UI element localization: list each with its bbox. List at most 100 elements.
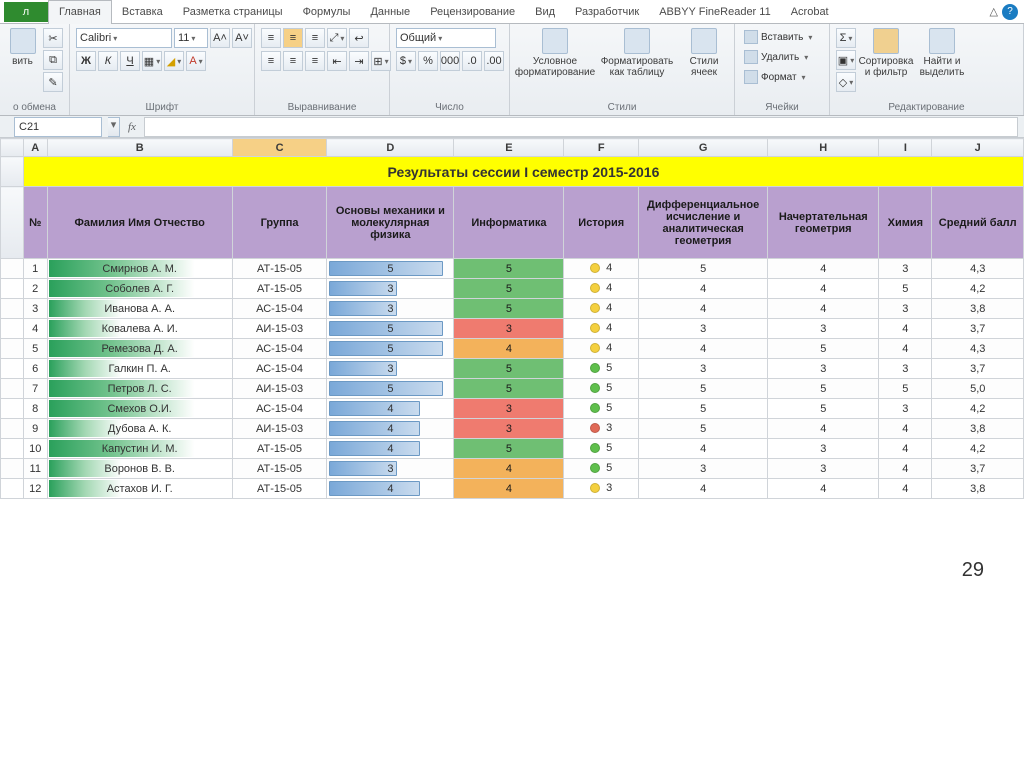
table-row[interactable]: 7Петров Л. С.АИ-15-035555555,0 [1, 379, 1024, 399]
font-select[interactable]: Calibri [76, 28, 172, 48]
delete-cells-button[interactable]: Удалить [741, 48, 811, 66]
column-header[interactable]: C [232, 139, 327, 157]
cell-name[interactable]: Соболев А. Г. [47, 279, 232, 299]
cell-chem[interactable]: 5 [879, 279, 932, 299]
column-header[interactable]: E [454, 139, 564, 157]
cell-physics[interactable]: 4 [327, 399, 454, 419]
cell-name[interactable]: Ковалева А. И. [47, 319, 232, 339]
cell-calc[interactable]: 5 [638, 259, 767, 279]
cell-group[interactable]: АИ-15-03 [232, 419, 327, 439]
cell-avg[interactable]: 3,7 [932, 459, 1024, 479]
cell-group[interactable]: АС-15-04 [232, 359, 327, 379]
tab-insert[interactable]: Вставка [112, 0, 173, 24]
cell-number[interactable]: 1 [23, 259, 47, 279]
align-right-button[interactable]: ≡ [305, 51, 325, 71]
cell-number[interactable]: 2 [23, 279, 47, 299]
cell-group[interactable]: АТ-15-05 [232, 279, 327, 299]
table-header[interactable]: Информатика [454, 187, 564, 259]
cell-calc[interactable]: 3 [638, 459, 767, 479]
cell-avg[interactable]: 4,2 [932, 399, 1024, 419]
row-header[interactable] [1, 319, 24, 339]
cell-name[interactable]: Галкин П. А. [47, 359, 232, 379]
cell-avg[interactable]: 3,8 [932, 479, 1024, 499]
cell-calc[interactable]: 4 [638, 439, 767, 459]
row-header[interactable] [1, 187, 24, 259]
cut-button[interactable]: ✂ [43, 28, 63, 48]
number-format-select[interactable]: Общий [396, 28, 496, 48]
table-header[interactable]: Начертательная геометрия [768, 187, 879, 259]
cell-chem[interactable]: 4 [879, 439, 932, 459]
autosum-button[interactable]: Σ [836, 28, 856, 48]
row-header[interactable] [1, 459, 24, 479]
cell-informatics[interactable]: 5 [454, 279, 564, 299]
cell-geom[interactable]: 5 [768, 339, 879, 359]
tab-file[interactable]: л [4, 2, 48, 22]
table-row[interactable]: 8Смехов О.И.АС-15-044355534,2 [1, 399, 1024, 419]
cell-informatics[interactable]: 5 [454, 259, 564, 279]
cell-avg[interactable]: 3,7 [932, 359, 1024, 379]
cell-number[interactable]: 4 [23, 319, 47, 339]
table-header[interactable]: № [23, 187, 47, 259]
align-bottom-button[interactable]: ≡ [305, 28, 325, 48]
percent-button[interactable]: % [418, 51, 438, 71]
tab-acrobat[interactable]: Acrobat [781, 0, 839, 24]
cell-history[interactable]: 4 [564, 259, 639, 279]
cell-group[interactable]: АИ-15-03 [232, 379, 327, 399]
cell-informatics[interactable]: 4 [454, 479, 564, 499]
cell-name[interactable]: Смирнов А. М. [47, 259, 232, 279]
table-row[interactable]: 10Капустин И. М.АТ-15-054554344,2 [1, 439, 1024, 459]
inc-decimal-button[interactable]: .0 [462, 51, 482, 71]
cell-informatics[interactable]: 4 [454, 459, 564, 479]
spreadsheet-grid[interactable]: A B C D E F G H I J Результаты сессии I … [0, 138, 1024, 499]
cell-informatics[interactable]: 5 [454, 439, 564, 459]
row-header[interactable] [1, 299, 24, 319]
cell-physics[interactable]: 5 [327, 259, 454, 279]
row-header[interactable] [1, 279, 24, 299]
cell-number[interactable]: 12 [23, 479, 47, 499]
table-row[interactable]: 5Ремезова Д. А.АС-15-045444544,3 [1, 339, 1024, 359]
fx-icon[interactable]: fx [128, 121, 136, 133]
font-size-select[interactable]: 11 [174, 28, 208, 48]
cell-chem[interactable]: 4 [879, 339, 932, 359]
cell-group[interactable]: АС-15-04 [232, 399, 327, 419]
cell-group[interactable]: АС-15-04 [232, 299, 327, 319]
cell-history[interactable]: 4 [564, 279, 639, 299]
tab-data[interactable]: Данные [360, 0, 420, 24]
column-header[interactable]: F [564, 139, 639, 157]
find-select-button[interactable]: Найти и выделить [916, 28, 968, 78]
cell-number[interactable]: 11 [23, 459, 47, 479]
cell-geom[interactable]: 5 [768, 399, 879, 419]
cell-calc[interactable]: 3 [638, 319, 767, 339]
help-icon[interactable]: ? [1002, 4, 1018, 20]
cell-informatics[interactable]: 5 [454, 379, 564, 399]
cell-geom[interactable]: 4 [768, 299, 879, 319]
table-row[interactable]: 9Дубова А. К.АИ-15-034335443,8 [1, 419, 1024, 439]
cell-history[interactable]: 4 [564, 339, 639, 359]
row-header[interactable] [1, 157, 24, 187]
cell-physics[interactable]: 5 [327, 339, 454, 359]
indent-inc-button[interactable]: ⇥ [349, 51, 369, 71]
table-row[interactable]: 3Иванова А. А.АС-15-043544433,8 [1, 299, 1024, 319]
column-header[interactable]: J [932, 139, 1024, 157]
cell-informatics[interactable]: 3 [454, 319, 564, 339]
cell-history[interactable]: 5 [564, 459, 639, 479]
cell-name[interactable]: Смехов О.И. [47, 399, 232, 419]
cell-geom[interactable]: 3 [768, 319, 879, 339]
cell-avg[interactable]: 4,3 [932, 339, 1024, 359]
cell-chem[interactable]: 3 [879, 359, 932, 379]
format-painter-button[interactable]: ✎ [43, 72, 63, 92]
cell-styles-button[interactable]: Стили ячеек [680, 28, 728, 78]
cell-group[interactable]: АТ-15-05 [232, 259, 327, 279]
orientation-button[interactable]: ⤢ [327, 28, 347, 48]
formula-input[interactable] [144, 117, 1018, 137]
cell-history[interactable]: 3 [564, 479, 639, 499]
cell-geom[interactable]: 4 [768, 419, 879, 439]
accounting-button[interactable]: $ [396, 51, 416, 71]
table-row[interactable]: 11Воронов В. В.АТ-15-053453343,7 [1, 459, 1024, 479]
align-top-button[interactable]: ≡ [261, 28, 281, 48]
tab-home[interactable]: Главная [48, 0, 112, 24]
align-middle-button[interactable]: ≡ [283, 28, 303, 48]
row-header[interactable] [1, 339, 24, 359]
cell-geom[interactable]: 3 [768, 439, 879, 459]
cell-calc[interactable]: 4 [638, 339, 767, 359]
